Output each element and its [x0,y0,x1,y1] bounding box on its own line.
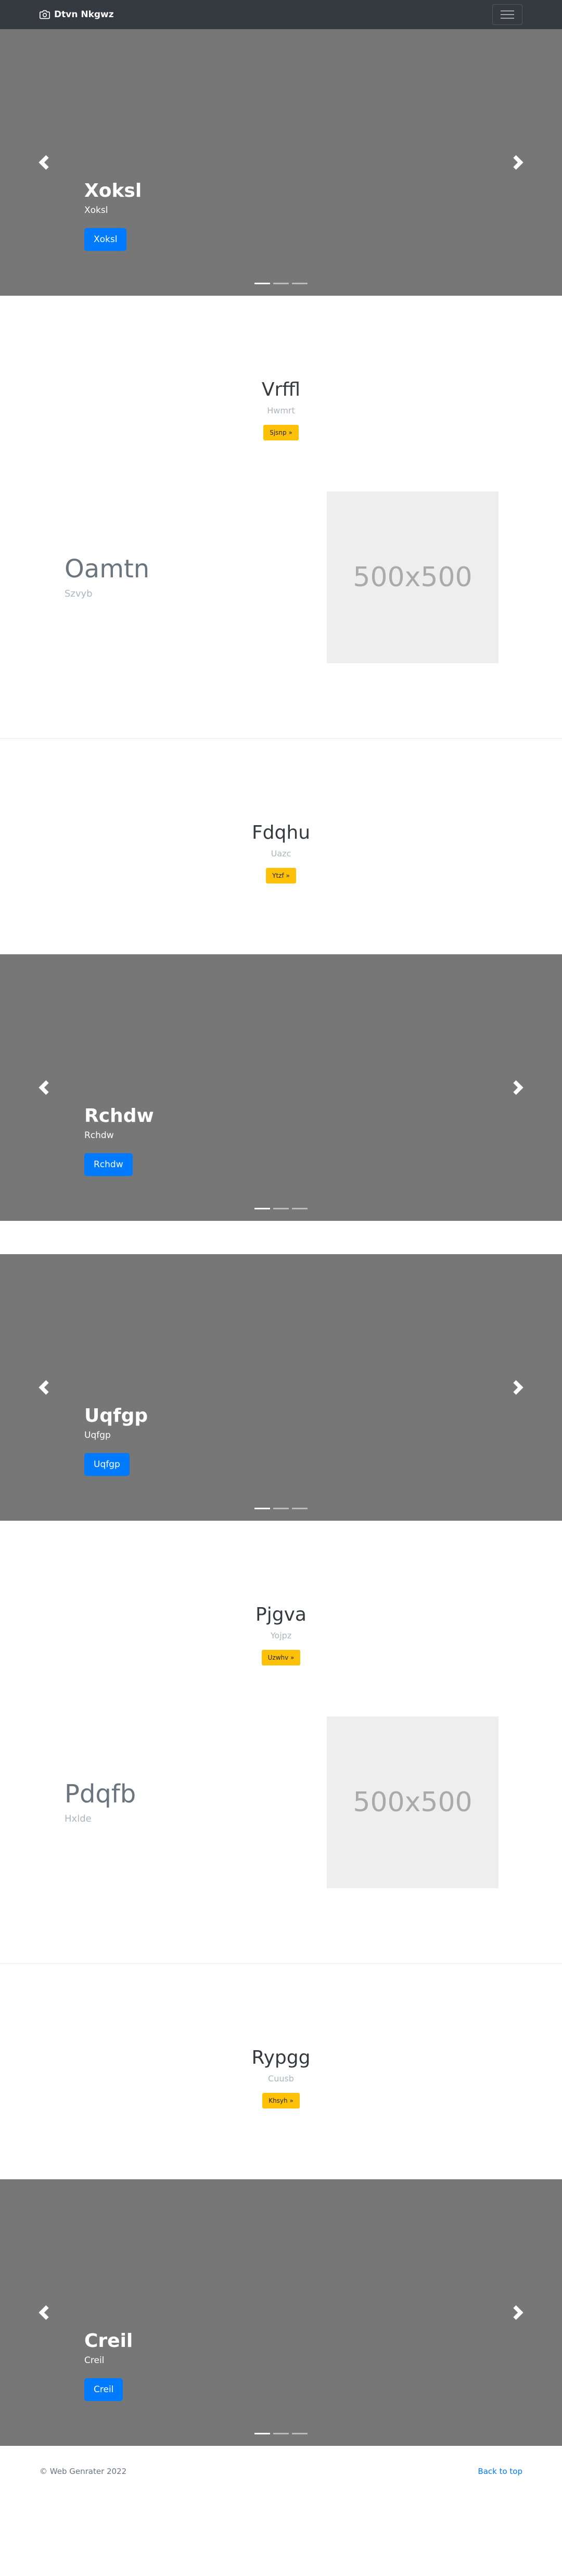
featurette-2: Pdqfb Hxlde 500x500 [0,1716,562,1888]
heading-section-4: Rypgg Cuusb Khsyh » [0,1964,562,2179]
carousel-indicator[interactable] [254,1508,270,1509]
featurette-heading: Oamtn [65,554,150,584]
footer-copyright: © Web Genrater 2022 [40,2467,127,2476]
section-button[interactable]: Ytzf » [266,868,296,883]
carousel-indicators [254,2433,308,2434]
carousel-indicator[interactable] [292,1208,308,1209]
carousel-caption: Creil Creil Creil [84,2330,133,2401]
heading-section-3: Pjgva Yojpz Uzwhv » [0,1521,562,1716]
carousel-prev-icon[interactable] [36,2305,51,2320]
carousel-next-icon[interactable] [511,1080,526,1095]
navbar-toggler-button[interactable] [492,4,522,25]
carousel-next-icon[interactable] [511,1380,526,1395]
section-subheading: Hwmrt [267,406,295,415]
navbar: Dtvn Nkgwz [0,0,562,29]
carousel-prev-icon[interactable] [36,1080,51,1095]
carousel-caption: Xoksl Xoksl Xoksl [84,180,142,251]
carousel-text: Uqfgp [84,1430,111,1441]
carousel-indicator[interactable] [273,283,289,284]
footer: © Web Genrater 2022 Back to top [0,2446,562,2497]
carousel-1: Xoksl Xoksl Xoksl [0,29,562,296]
back-to-top-link[interactable]: Back to top [478,2467,522,2476]
carousel-prev-icon[interactable] [36,1380,51,1395]
carousel-2: Rchdw Rchdw Rchdw [0,954,562,1221]
featurette-image: 500x500 [327,491,499,663]
carousel-next-icon[interactable] [511,155,526,170]
carousel-indicator[interactable] [292,2433,308,2434]
carousel-title: Xoksl [84,180,142,201]
section-subheading: Yojpz [270,1631,292,1640]
hamburger-menu-icon [501,18,514,19]
carousel-text: Rchdw [84,1130,114,1141]
section-button[interactable]: Sjsnp » [263,425,299,440]
carousel-indicator[interactable] [254,2433,270,2434]
carousel-indicators [254,283,308,284]
section-heading: Fdqhu [251,822,311,843]
heading-section-1: Vrffl Hwmrt Sjsnp » [0,296,562,491]
carousel-button[interactable]: Uqfgp [84,1453,130,1476]
carousel-indicator[interactable] [292,1508,308,1509]
brand-link[interactable]: Dtvn Nkgwz [40,9,114,20]
hamburger-menu-icon [501,14,514,15]
carousel-caption: Uqfgp Uqfgp Uqfgp [84,1405,148,1476]
section-heading: Rypgg [251,2047,311,2068]
section-heading: Vrffl [261,379,301,400]
carousel-text: Xoksl [84,205,108,216]
carousel-prev-icon[interactable] [36,155,51,170]
carousel-indicator[interactable] [254,283,270,284]
carousel-indicators [254,1508,308,1509]
carousel-next-icon[interactable] [511,2305,526,2320]
carousel-3: Uqfgp Uqfgp Uqfgp [0,1254,562,1521]
camera-icon [40,10,50,19]
section-subheading: Uazc [271,849,291,858]
featurette-subheading: Hxlde [65,1813,92,1824]
carousel-indicator[interactable] [273,2433,289,2434]
carousel-button[interactable]: Xoksl [84,228,127,251]
section-subheading: Cuusb [268,2074,294,2083]
featurette-subheading: Szvyb [65,588,93,599]
carousel-title: Rchdw [84,1105,154,1127]
heading-section-2: Fdqhu Uazc Ytzf » [0,739,562,954]
carousel-indicator[interactable] [273,1508,289,1509]
featurette-text: Pdqfb Hxlde [65,1781,327,1824]
carousel-button[interactable]: Rchdw [84,1153,133,1176]
carousel-indicator[interactable] [292,283,308,284]
carousel-indicator[interactable] [273,1208,289,1209]
featurette-text: Oamtn Szvyb [65,555,327,599]
carousel-button[interactable]: Creil [84,2378,123,2401]
carousel-title: Creil [84,2330,133,2352]
section-button[interactable]: Uzwhv » [261,1650,301,1665]
featurette-image: 500x500 [327,1716,499,1888]
section-heading: Pjgva [256,1604,306,1625]
hamburger-menu-icon [501,10,514,11]
carousel-indicator[interactable] [254,1208,270,1209]
carousel-caption: Rchdw Rchdw Rchdw [84,1105,154,1176]
featurette-1: Oamtn Szvyb 500x500 [0,491,562,663]
carousel-indicators [254,1208,308,1209]
brand-name: Dtvn Nkgwz [54,9,114,20]
carousel-title: Uqfgp [84,1405,148,1426]
carousel-4: Creil Creil Creil [0,2179,562,2446]
featurette-heading: Pdqfb [65,1779,136,1809]
section-button[interactable]: Khsyh » [262,2093,300,2108]
carousel-text: Creil [84,2355,105,2366]
